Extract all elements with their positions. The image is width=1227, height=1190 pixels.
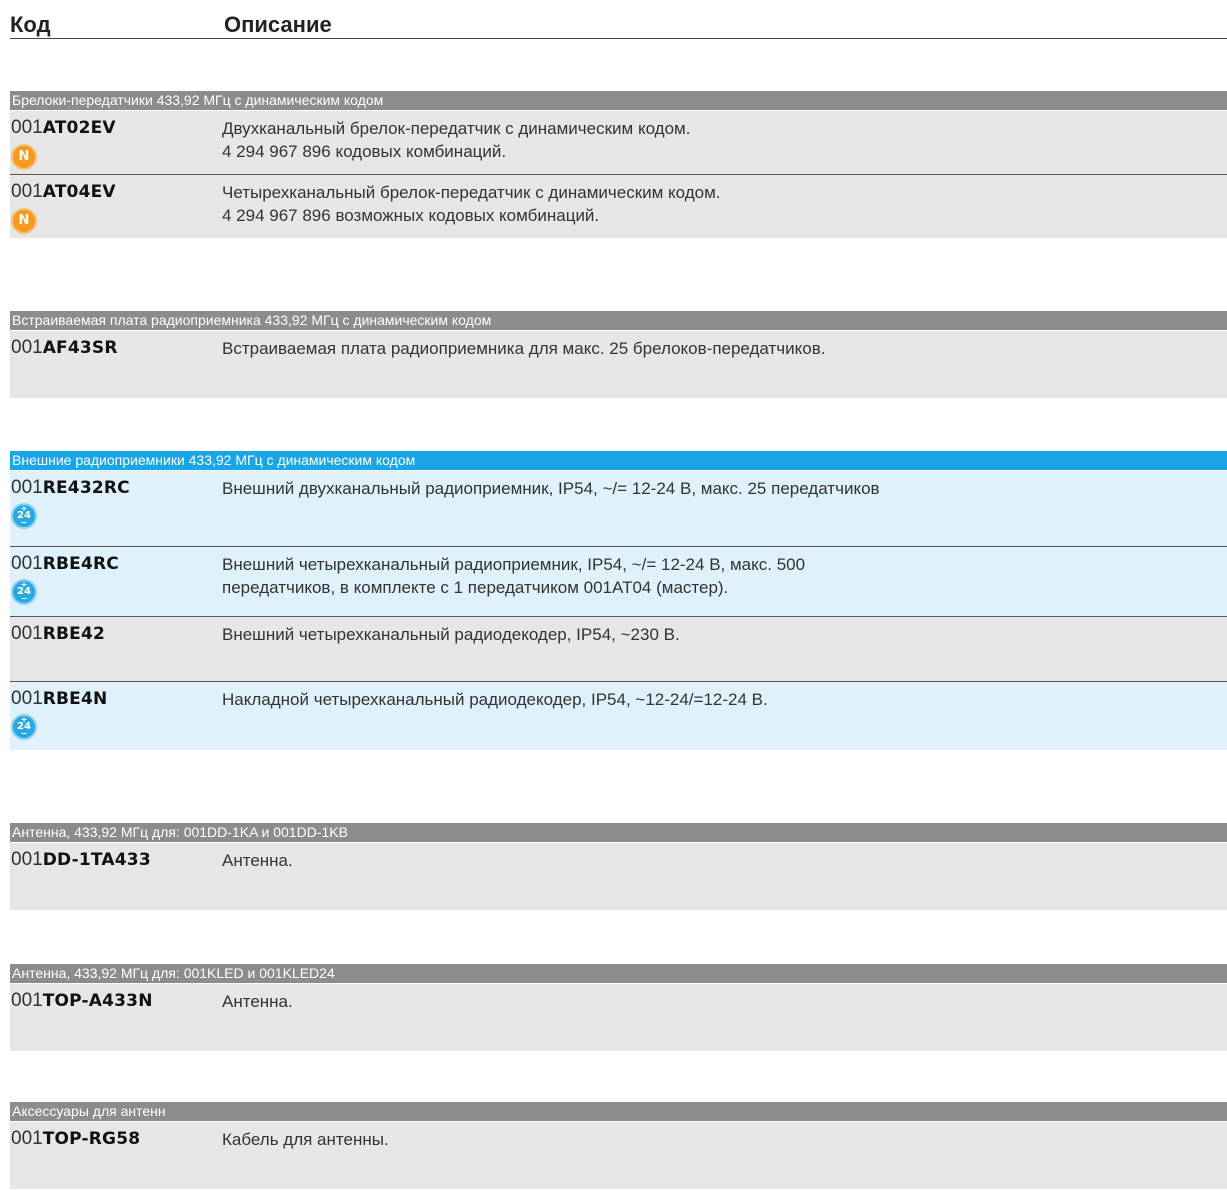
table-row: 001TOP-A433N Антенна. xyxy=(10,983,1227,1051)
product-code: 001AF43SR xyxy=(11,337,118,359)
section-title: Брелоки-передатчики 433,92 МГц с динамич… xyxy=(10,91,1227,110)
code-prefix: 001 xyxy=(11,117,43,138)
24v-power-icon: +24− xyxy=(11,579,37,605)
product-code: 001RBE4N xyxy=(11,688,107,710)
product-description: Внешний двухканальный радиоприемник, IP5… xyxy=(222,477,880,500)
product-description: Антенна. xyxy=(222,990,293,1013)
product-description: Внешний четырехканальный радиодекодер, I… xyxy=(222,623,680,646)
table-row: 001RBE42 Внешний четырехканальный радиод… xyxy=(10,616,1227,681)
code-prefix: 001 xyxy=(11,477,43,498)
price-list-page: Код Описание Брелоки-передатчики 433,92 … xyxy=(0,0,1227,1190)
section-title: Антенна, 433,92 МГц для: 001KLED и 001KL… xyxy=(10,964,1227,983)
table-row: 001RBE4N +24− Накладной четырехканальный… xyxy=(10,681,1227,750)
description-line: Антенна. xyxy=(222,851,293,870)
code-main: TOP-A433N xyxy=(42,991,153,1011)
product-code: 001DD-1TA433 xyxy=(11,849,151,871)
product-description: Антенна. xyxy=(222,849,293,872)
product-description: Накладной четырехканальный радиодекодер,… xyxy=(222,688,768,711)
column-header-description: Описание xyxy=(224,12,332,37)
code-main: AT04EV xyxy=(42,182,116,202)
table-row: 001AT02EV N Двухканальный брелок-передат… xyxy=(10,110,1227,174)
product-code: 001AT02EV xyxy=(11,117,116,139)
code-prefix: 001 xyxy=(11,688,43,709)
description-line: Кабель для антенны. xyxy=(222,1130,389,1149)
code-main: AT02EV xyxy=(42,118,116,138)
description-line: Внешний четырехканальный радиоприемник, … xyxy=(222,555,806,574)
product-code: 001TOP-A433N xyxy=(11,990,153,1012)
product-description: Четырехканальный брелок-передатчик с дин… xyxy=(222,181,721,227)
section-title: Внешние радиоприемники 433,92 МГц с дина… xyxy=(10,451,1227,470)
section-external-receivers: Внешние радиоприемники 433,92 МГц с дина… xyxy=(10,451,1227,750)
table-row: 001RBE4RC +24− Внешний четырехканальный … xyxy=(10,546,1227,616)
section-title: Антенна, 433,92 МГц для: 001DD-1KA и 001… xyxy=(10,823,1227,842)
24v-power-icon: +24− xyxy=(11,714,37,740)
product-code: 001AT04EV xyxy=(11,181,116,203)
product-code: 001RBE4RC xyxy=(11,553,119,575)
product-description: Внешний четырехканальный радиоприемник, … xyxy=(222,553,805,599)
description-line: Двухканальный брелок-передатчик с динами… xyxy=(222,119,691,138)
description-line: Внешний четырехканальный радиодекодер, I… xyxy=(222,625,680,644)
code-prefix: 001 xyxy=(11,1128,43,1149)
product-code: 001RBE42 xyxy=(11,623,105,645)
product-code: 001TOP-RG58 xyxy=(11,1128,140,1150)
code-main: AF43SR xyxy=(42,338,118,358)
table-row: 001TOP-RG58 Кабель для антенны. xyxy=(10,1121,1227,1189)
code-main: TOP-RG58 xyxy=(42,1129,141,1149)
section-antenna-accessories: Аксессуары для антенн 001TOP-RG58 Кабель… xyxy=(10,1102,1227,1189)
column-header-code: Код xyxy=(10,12,51,37)
code-prefix: 001 xyxy=(11,181,43,202)
description-line: 4 294 967 896 кодовых комбинаций. xyxy=(222,142,507,161)
product-code: 001RE432RC xyxy=(11,477,130,499)
table-row: 001AT04EV N Четырехканальный брелок-пере… xyxy=(10,174,1227,238)
new-product-icon: N xyxy=(11,144,37,170)
description-line: передатчиков, в комплекте с 1 передатчик… xyxy=(222,578,729,597)
description-line: 4 294 967 896 возможных кодовых комбинац… xyxy=(222,206,600,225)
code-prefix: 001 xyxy=(11,990,43,1011)
code-prefix: 001 xyxy=(11,623,43,644)
code-prefix: 001 xyxy=(11,337,43,358)
product-description: Кабель для антенны. xyxy=(222,1128,389,1151)
section-title: Аксессуары для антенн xyxy=(10,1102,1227,1121)
section-key-fob-transmitters: Брелоки-передатчики 433,92 МГц с динамич… xyxy=(10,91,1227,238)
table-row: 001AF43SR Встраиваемая плата радиоприемн… xyxy=(10,330,1227,398)
description-line: Четырехканальный брелок-передатчик с дин… xyxy=(222,183,721,202)
table-row: 001DD-1TA433 Антенна. xyxy=(10,842,1227,910)
code-main: RE432RC xyxy=(42,478,130,498)
code-main: RBE42 xyxy=(42,624,106,644)
new-product-icon: N xyxy=(11,208,37,234)
description-line: Антенна. xyxy=(222,992,293,1011)
description-line: Накладной четырехканальный радиодекодер,… xyxy=(222,690,768,709)
table-row: 001RE432RC +24− Внешний двухканальный ра… xyxy=(10,470,1227,546)
description-line: Встраиваемая плата радиоприемника для ма… xyxy=(222,339,826,358)
product-description: Встраиваемая плата радиоприемника для ма… xyxy=(222,337,826,360)
product-description: Двухканальный брелок-передатчик с динами… xyxy=(222,117,690,163)
code-prefix: 001 xyxy=(11,849,43,870)
column-header: Код Описание xyxy=(10,8,1227,39)
section-title: Встраиваемая плата радиоприемника 433,92… xyxy=(10,311,1227,330)
code-main: RBE4RC xyxy=(42,554,119,574)
section-antenna-kled: Антенна, 433,92 МГц для: 001KLED и 001KL… xyxy=(10,964,1227,1051)
24v-power-icon: +24− xyxy=(11,503,37,529)
code-main: DD-1TA433 xyxy=(42,850,151,870)
section-antenna-dd: Антенна, 433,92 МГц для: 001DD-1KA и 001… xyxy=(10,823,1227,910)
code-prefix: 001 xyxy=(11,553,43,574)
section-receiver-board: Встраиваемая плата радиоприемника 433,92… xyxy=(10,311,1227,398)
description-line: Внешний двухканальный радиоприемник, IP5… xyxy=(222,479,880,498)
code-main: RBE4N xyxy=(42,689,108,709)
